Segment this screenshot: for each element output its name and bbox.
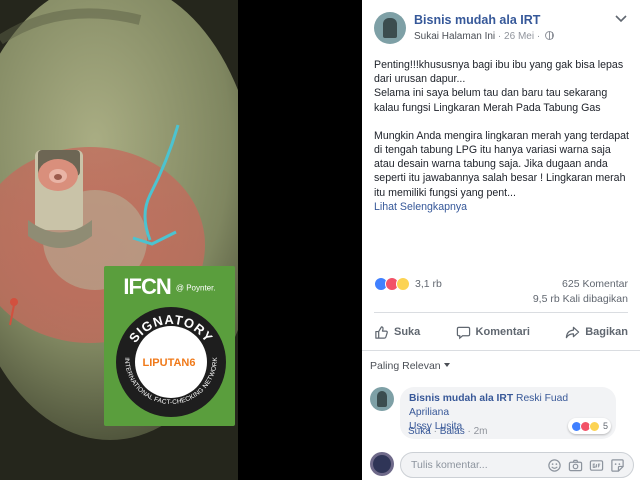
meta-separator: · [495, 31, 505, 42]
comment-input[interactable] [411, 458, 541, 472]
comment-time[interactable]: 2m [474, 426, 488, 437]
camera-icon[interactable] [568, 458, 583, 473]
reactions-summary[interactable]: 3,1 rb [374, 276, 442, 292]
liputan6-logo: LIPUTAN6 [143, 357, 196, 369]
page-name-link[interactable]: Bisnis mudah ala IRT [414, 13, 540, 27]
comment-like-link[interactable]: Suka [408, 426, 431, 437]
comment-reaction-count: 5 [603, 421, 609, 431]
gif-icon[interactable] [589, 458, 604, 473]
like-button[interactable]: Suka [374, 325, 420, 340]
divider-line [362, 350, 640, 351]
current-user-avatar [370, 452, 394, 476]
comment-avatar[interactable] [370, 387, 394, 411]
comment-reactions[interactable]: 5 [568, 418, 612, 434]
emoji-icon[interactable] [547, 458, 562, 473]
comment-reply-link[interactable]: Balas [440, 426, 465, 437]
page-avatar[interactable] [374, 12, 406, 44]
comment-button[interactable]: Komentari [456, 325, 530, 340]
composer-icons [547, 458, 625, 473]
post-action-bar: Suka Komentari Bagikan [374, 318, 628, 346]
share-button-label: Bagikan [585, 326, 628, 338]
ifcn-logo-text: IFCN [123, 274, 171, 299]
comment-sort-label: Paling Relevan [370, 360, 441, 372]
date-separator: · [534, 31, 543, 42]
reactions-count: 3,1 rb [415, 278, 442, 290]
viewer-divider [238, 0, 362, 480]
post-photo[interactable]: IFCN @ Poynter. SIGNATORY INTERNATIONAL … [0, 0, 238, 480]
signatory-seal: SIGNATORY INTERNATIONAL FACT-CHECKING NE… [116, 307, 226, 417]
post-body: Penting!!!khususnya bagi ibu ibu yang ga… [374, 58, 632, 214]
globe-icon [544, 31, 554, 40]
comment-icon [456, 326, 470, 339]
comments-count-link[interactable]: 625 Komentar [562, 278, 628, 290]
divider-line [374, 312, 628, 313]
post-panel: Bisnis mudah ala IRT Sukai Halaman Ini ·… [362, 0, 640, 480]
ifcn-signatory-badge: IFCN @ Poynter. SIGNATORY INTERNATIONAL … [104, 266, 235, 426]
comment-composer[interactable] [400, 452, 634, 478]
see-more-link[interactable]: Lihat Selengkapnya [374, 200, 632, 214]
thumbs-up-icon [375, 325, 388, 339]
poynter-text: @ Poynter. [175, 283, 216, 293]
post-date[interactable]: 26 Mei [504, 31, 534, 42]
post-meta: Sukai Halaman Ini · 26 Mei · [414, 31, 554, 42]
like-button-label: Suka [394, 326, 421, 338]
ifcn-logo: IFCN @ Poynter. [104, 274, 235, 300]
comment-actions: Suka · Balas · 2m [408, 426, 488, 437]
comment-author[interactable]: Bisnis mudah ala IRT [409, 393, 513, 404]
sticker-icon[interactable] [610, 458, 625, 473]
share-button[interactable]: Bagikan [565, 325, 628, 340]
share-icon [566, 326, 580, 338]
comment-button-label: Komentari [475, 326, 530, 338]
comment-sort-dropdown[interactable]: Paling Relevan [370, 360, 450, 372]
post-paragraph-2: Mungkin Anda mengira lingkaran merah yan… [374, 129, 629, 199]
chevron-down-icon [443, 363, 450, 367]
wow-reaction-icon [396, 277, 410, 291]
caret-down-icon[interactable] [614, 14, 628, 24]
post-paragraph-1: Penting!!!khususnya bagi ibu ibu yang ga… [374, 59, 624, 114]
shares-count-link[interactable]: 9,5 rb Kali dibagikan [533, 293, 628, 305]
wow-reaction-icon [589, 420, 600, 432]
like-page-link[interactable]: Sukai Halaman Ini [414, 31, 495, 42]
